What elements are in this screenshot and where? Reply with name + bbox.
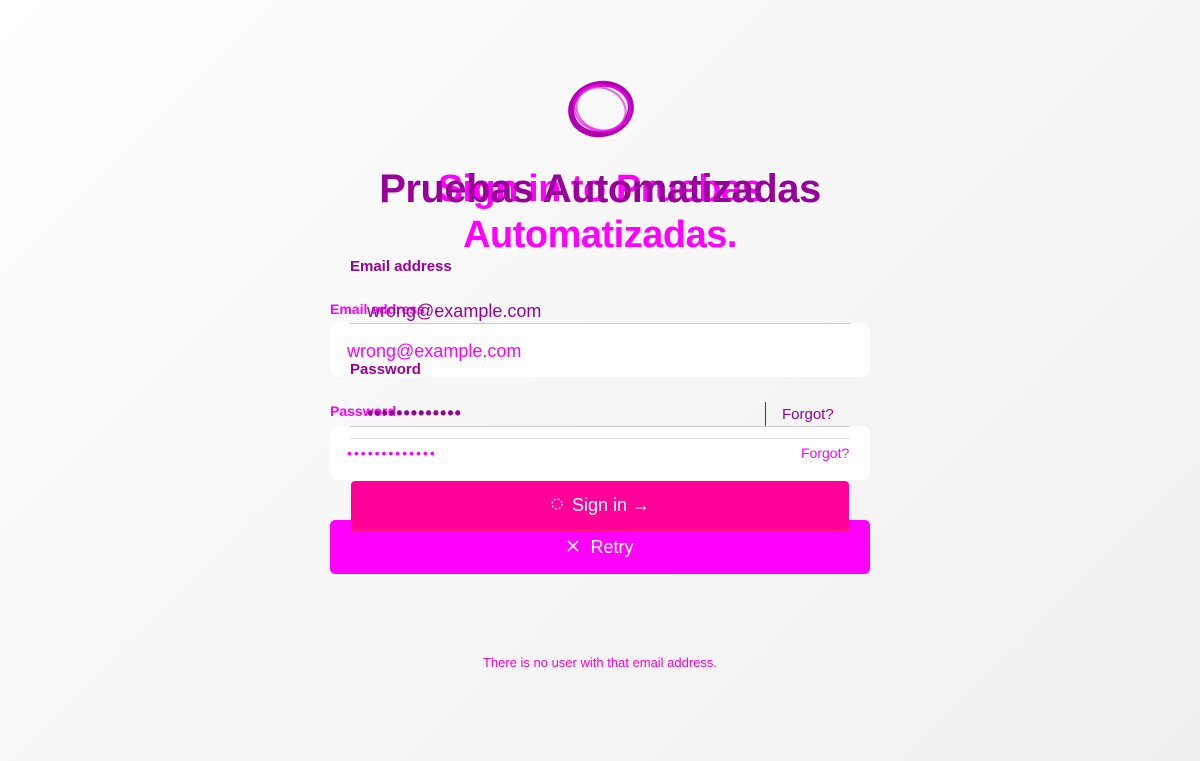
spinner-icon <box>550 495 564 516</box>
sign-in-button[interactable]: Sign in → <box>351 481 849 529</box>
error-message: There is no user with that email address… <box>482 655 718 670</box>
password-label: Password <box>350 361 421 378</box>
email-input[interactable]: wrong@example.com <box>367 301 541 322</box>
forgot-link-ghost[interactable]: Forgot? <box>801 445 849 461</box>
password-value-ghost: ••••••••••••• <box>347 445 437 461</box>
password-input-underline <box>350 426 850 427</box>
sign-in-button-label: Sign in → <box>571 494 651 515</box>
close-x-icon <box>566 537 580 558</box>
email-label: Email address <box>350 258 452 275</box>
ring-logo-icon <box>566 78 636 140</box>
password-divider <box>765 402 766 426</box>
page-title-ghost-line2: Automatizadas. <box>463 214 737 256</box>
forgot-password-link[interactable]: Forgot? <box>782 406 834 423</box>
email-value-ghost: wrong@example.com <box>347 341 522 361</box>
password-input-underline-lower <box>350 438 850 439</box>
page-title: Pruebas Automatizadas <box>379 167 821 211</box>
email-input-underline <box>350 323 850 324</box>
password-input[interactable]: ••••••••••••• <box>367 403 462 424</box>
retry-button-label: Retry <box>590 536 634 557</box>
